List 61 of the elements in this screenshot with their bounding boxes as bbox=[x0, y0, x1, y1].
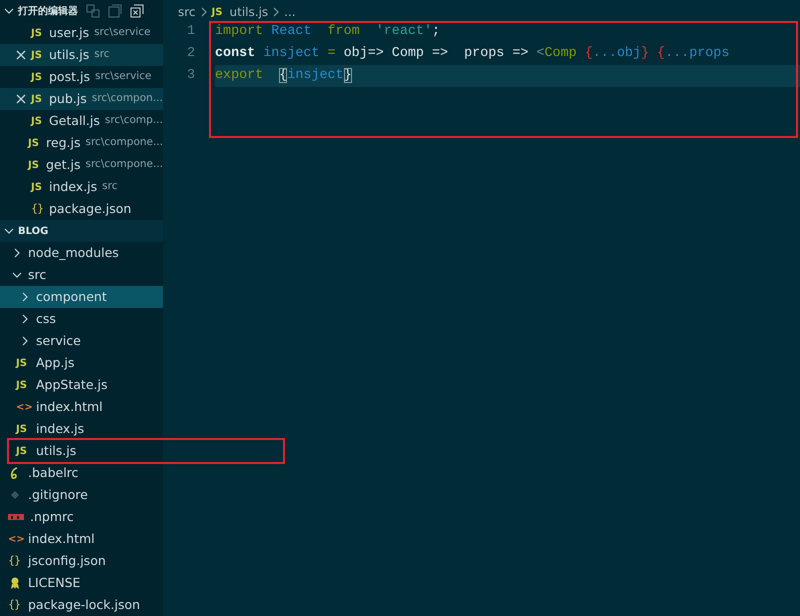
line-number: 1 bbox=[186, 22, 196, 41]
open-editor-item[interactable]: JS utils.js src bbox=[0, 44, 163, 66]
close-icon[interactable] bbox=[15, 93, 27, 105]
js-file-icon: JS bbox=[16, 444, 30, 458]
js-file-icon: JS bbox=[28, 136, 42, 150]
code-line: const insject = obj=> Comp => props => <Comp {...obj} {...props bbox=[215, 44, 730, 63]
file-item[interactable]: JS App.js bbox=[0, 352, 163, 374]
breadcrumb-item[interactable]: src bbox=[178, 3, 196, 21]
open-editor-item[interactable]: JS post.js src\service bbox=[0, 66, 163, 88]
file-item[interactable]: {} package-lock.json bbox=[0, 594, 163, 616]
file-item[interactable]: <> index.html bbox=[0, 528, 163, 550]
close-icon[interactable] bbox=[15, 49, 27, 61]
close-all-icon bbox=[130, 4, 144, 18]
line-number: 2 bbox=[186, 44, 196, 63]
file-item[interactable]: <> index.html bbox=[0, 396, 163, 418]
js-file-icon: JS bbox=[31, 26, 45, 40]
open-editor-item[interactable]: JS user.js src\service bbox=[0, 22, 163, 44]
js-file-icon: JS bbox=[16, 378, 30, 392]
save-all-icon bbox=[108, 4, 122, 18]
chevron-right-icon bbox=[200, 7, 208, 17]
section-header[interactable]: BLOG bbox=[0, 220, 163, 242]
file-item[interactable]: LICENSE bbox=[0, 572, 163, 594]
code-line: import React from 'react'; bbox=[215, 22, 442, 41]
html-file-icon: <> bbox=[16, 400, 30, 414]
line-number: 3 bbox=[186, 66, 196, 85]
license-file-icon bbox=[8, 576, 22, 590]
js-file-icon: JS bbox=[31, 48, 45, 62]
breadcrumb-item[interactable]: utils.js bbox=[230, 3, 268, 21]
js-file-icon: JS bbox=[31, 92, 45, 106]
js-file-icon: JS bbox=[212, 4, 226, 20]
chevron-right-icon bbox=[272, 7, 280, 17]
js-file-icon: JS bbox=[31, 114, 45, 128]
open-editor-item[interactable]: JS get.js src\compone... bbox=[0, 154, 163, 176]
open-editor-item[interactable]: JS reg.js src\compone... bbox=[0, 132, 163, 154]
file-item[interactable]: JS utils.js bbox=[0, 440, 163, 462]
file-item[interactable]: .npmrc bbox=[0, 506, 163, 528]
file-item[interactable]: {} jsconfig.json bbox=[0, 550, 163, 572]
html-file-icon: <> bbox=[8, 532, 22, 546]
file-item[interactable]: JS index.js bbox=[0, 418, 163, 440]
json-file-icon: {} bbox=[31, 200, 45, 218]
breadcrumb-more[interactable]: ... bbox=[284, 3, 296, 21]
js-file-icon: JS bbox=[16, 422, 30, 436]
folder-item[interactable]: component bbox=[0, 286, 163, 308]
open-editor-item[interactable]: {} package.json bbox=[0, 198, 163, 220]
js-file-icon: JS bbox=[31, 180, 45, 194]
folder-item[interactable]: css bbox=[0, 308, 163, 330]
file-item[interactable]: JS AppState.js bbox=[0, 374, 163, 396]
js-file-icon: JS bbox=[16, 356, 30, 370]
folder-item[interactable]: node_modules bbox=[0, 242, 163, 264]
js-file-icon: JS bbox=[28, 158, 42, 172]
json-file-icon: {} bbox=[8, 552, 22, 570]
new-group-icon bbox=[86, 4, 100, 18]
file-item[interactable]: .gitignore bbox=[0, 484, 163, 506]
folder-item[interactable]: src bbox=[0, 264, 163, 286]
folder-item[interactable]: service bbox=[0, 330, 163, 352]
open-editor-item[interactable]: JS index.js src bbox=[0, 176, 163, 198]
open-editor-item[interactable]: JS Getall.js src\comp... bbox=[0, 110, 163, 132]
js-file-icon: JS bbox=[31, 70, 45, 84]
json-file-icon: {} bbox=[8, 596, 22, 614]
file-item[interactable]: .babelrc bbox=[0, 462, 163, 484]
open-editor-item[interactable]: JS pub.js src\compon... bbox=[0, 88, 163, 110]
